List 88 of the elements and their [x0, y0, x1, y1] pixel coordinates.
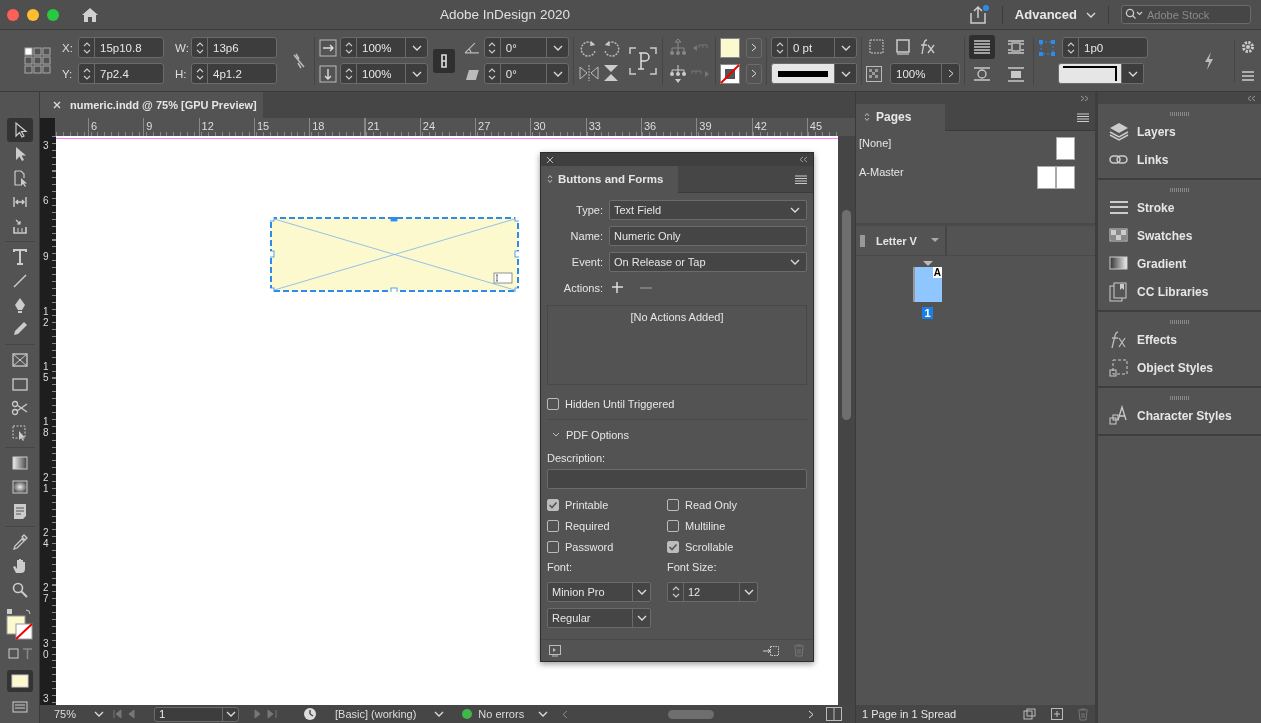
- checkbox-label: Read Only: [685, 498, 737, 511]
- panel-button[interactable]: CC Libraries: [1098, 278, 1261, 306]
- page-number: 1: [922, 307, 933, 319]
- ruler-number: 9: [42, 250, 50, 264]
- field-label: Font Size:: [667, 561, 718, 573]
- ruler-number: 30: [532, 119, 547, 134]
- panel-tab[interactable]: Pages: [856, 103, 945, 131]
- ruler-number: 18: [311, 119, 326, 134]
- font-size-field[interactable]: 12: [667, 582, 758, 602]
- ruler-number: 12: [200, 119, 215, 134]
- page-field[interactable]: 1: [154, 706, 239, 722]
- stroke-weight-field[interactable]: 0 pt: [771, 37, 857, 58]
- field-label: Description:: [547, 452, 607, 464]
- document-tab[interactable]: numeric.indd @ 75% [GPU Preview]: [40, 92, 263, 118]
- workspace-dropdown[interactable]: Advanced: [1014, 7, 1096, 22]
- angle-field[interactable]: 0°: [483, 63, 569, 84]
- page-count: 1 Page in 1 Spread: [862, 708, 958, 720]
- panel-button[interactable]: Gradient: [1098, 250, 1261, 278]
- offset-field[interactable]: 1p0: [1062, 37, 1148, 58]
- number-field[interactable]: 15p10.8: [78, 37, 164, 58]
- ruler-number: 3: [42, 140, 50, 153]
- field-label: Name:: [569, 230, 603, 242]
- ruler-number: 12: [42, 305, 50, 330]
- empty-list-message: [No Actions Added]: [630, 311, 724, 323]
- ruler-number: 15: [42, 361, 50, 386]
- field-label: Type:: [575, 204, 603, 216]
- ruler-number: 6: [42, 195, 50, 209]
- ruler-number: 36: [642, 119, 658, 134]
- panel-button[interactable]: Character Styles: [1098, 402, 1261, 430]
- panel-button[interactable]: Stroke: [1098, 194, 1261, 222]
- checkbox-label: Password: [565, 540, 614, 553]
- page-thumbnail[interactable]: A: [913, 267, 942, 302]
- font-style-dropdown[interactable]: Regular: [547, 608, 651, 628]
- dropdown[interactable]: Text Field: [609, 200, 807, 220]
- panel-button[interactable]: Layers: [1098, 118, 1261, 146]
- panel-button[interactable]: Object Styles: [1098, 354, 1261, 382]
- ruler-number: 45: [808, 119, 824, 134]
- opacity-field[interactable]: 100%: [890, 63, 960, 84]
- ruler-number: 42: [753, 119, 768, 134]
- font-dropdown[interactable]: Minion Pro: [547, 582, 651, 602]
- ruler-number: 21: [366, 119, 381, 134]
- field-label: X:: [62, 41, 74, 54]
- ruler-number: 39: [698, 119, 713, 134]
- ruler-number: 24: [421, 119, 437, 134]
- checkbox-label: Multiline: [685, 519, 726, 532]
- scale-field[interactable]: 100%: [340, 63, 428, 84]
- panel-button[interactable]: Swatches: [1098, 222, 1261, 250]
- page-size-dropdown[interactable]: Letter V: [866, 225, 947, 256]
- scale-field[interactable]: 100%: [340, 37, 428, 58]
- panel-tab[interactable]: Buttons and Forms: [541, 165, 678, 193]
- preflight-status-dropdown[interactable]: No errors: [478, 708, 549, 720]
- number-field[interactable]: 7p2.4: [78, 63, 164, 84]
- field-label: H:: [175, 67, 188, 80]
- master-name[interactable]: A-Master: [859, 166, 904, 178]
- checkbox-label: Hidden Until Triggered: [565, 397, 675, 410]
- ruler-number: 6: [90, 119, 99, 134]
- ruler-number: 33: [587, 119, 602, 134]
- search-field[interactable]: Adobe Stock: [1121, 5, 1251, 24]
- number-field[interactable]: 4p1.2: [191, 63, 277, 84]
- field-label: Event:: [570, 256, 603, 268]
- field-label: Actions:: [562, 282, 603, 294]
- checkbox-label: Required: [565, 519, 610, 532]
- pdf-options-toggle[interactable]: PDF Options: [547, 425, 807, 445]
- checkbox-label: Printable: [565, 498, 609, 511]
- text-field[interactable]: Numeric Only: [609, 226, 807, 246]
- master-name[interactable]: [None]: [859, 137, 892, 149]
- window-title: Adobe InDesign 2020: [439, 7, 571, 22]
- ruler-number: 30: [42, 637, 50, 662]
- ruler-number: 9: [145, 119, 154, 134]
- panel-button[interactable]: Links: [1098, 146, 1261, 174]
- field-label: W:: [175, 41, 188, 54]
- ruler-number: 27: [477, 119, 492, 134]
- field-label: Y:: [62, 67, 74, 80]
- preflight-profile-dropdown[interactable]: [Basic] (working): [335, 708, 445, 720]
- checkbox-label: Scrollable: [685, 540, 734, 553]
- dropdown[interactable]: On Release or Tap: [609, 252, 807, 272]
- ruler-number: 18: [42, 416, 50, 441]
- ruler-number: 3: [42, 692, 50, 705]
- master-letter: A: [932, 267, 942, 278]
- ruler-number: 27: [42, 582, 50, 607]
- panel-button[interactable]: Effects: [1098, 326, 1261, 354]
- field-label: Font:: [547, 561, 574, 573]
- angle-field[interactable]: 0°: [483, 37, 569, 58]
- ruler-number: 24: [42, 527, 50, 552]
- zoom-dropdown[interactable]: 75%: [40, 708, 110, 720]
- number-field[interactable]: 13p6: [191, 37, 277, 58]
- ruler-number: 21: [42, 471, 50, 496]
- ruler-number: 15: [255, 119, 271, 134]
